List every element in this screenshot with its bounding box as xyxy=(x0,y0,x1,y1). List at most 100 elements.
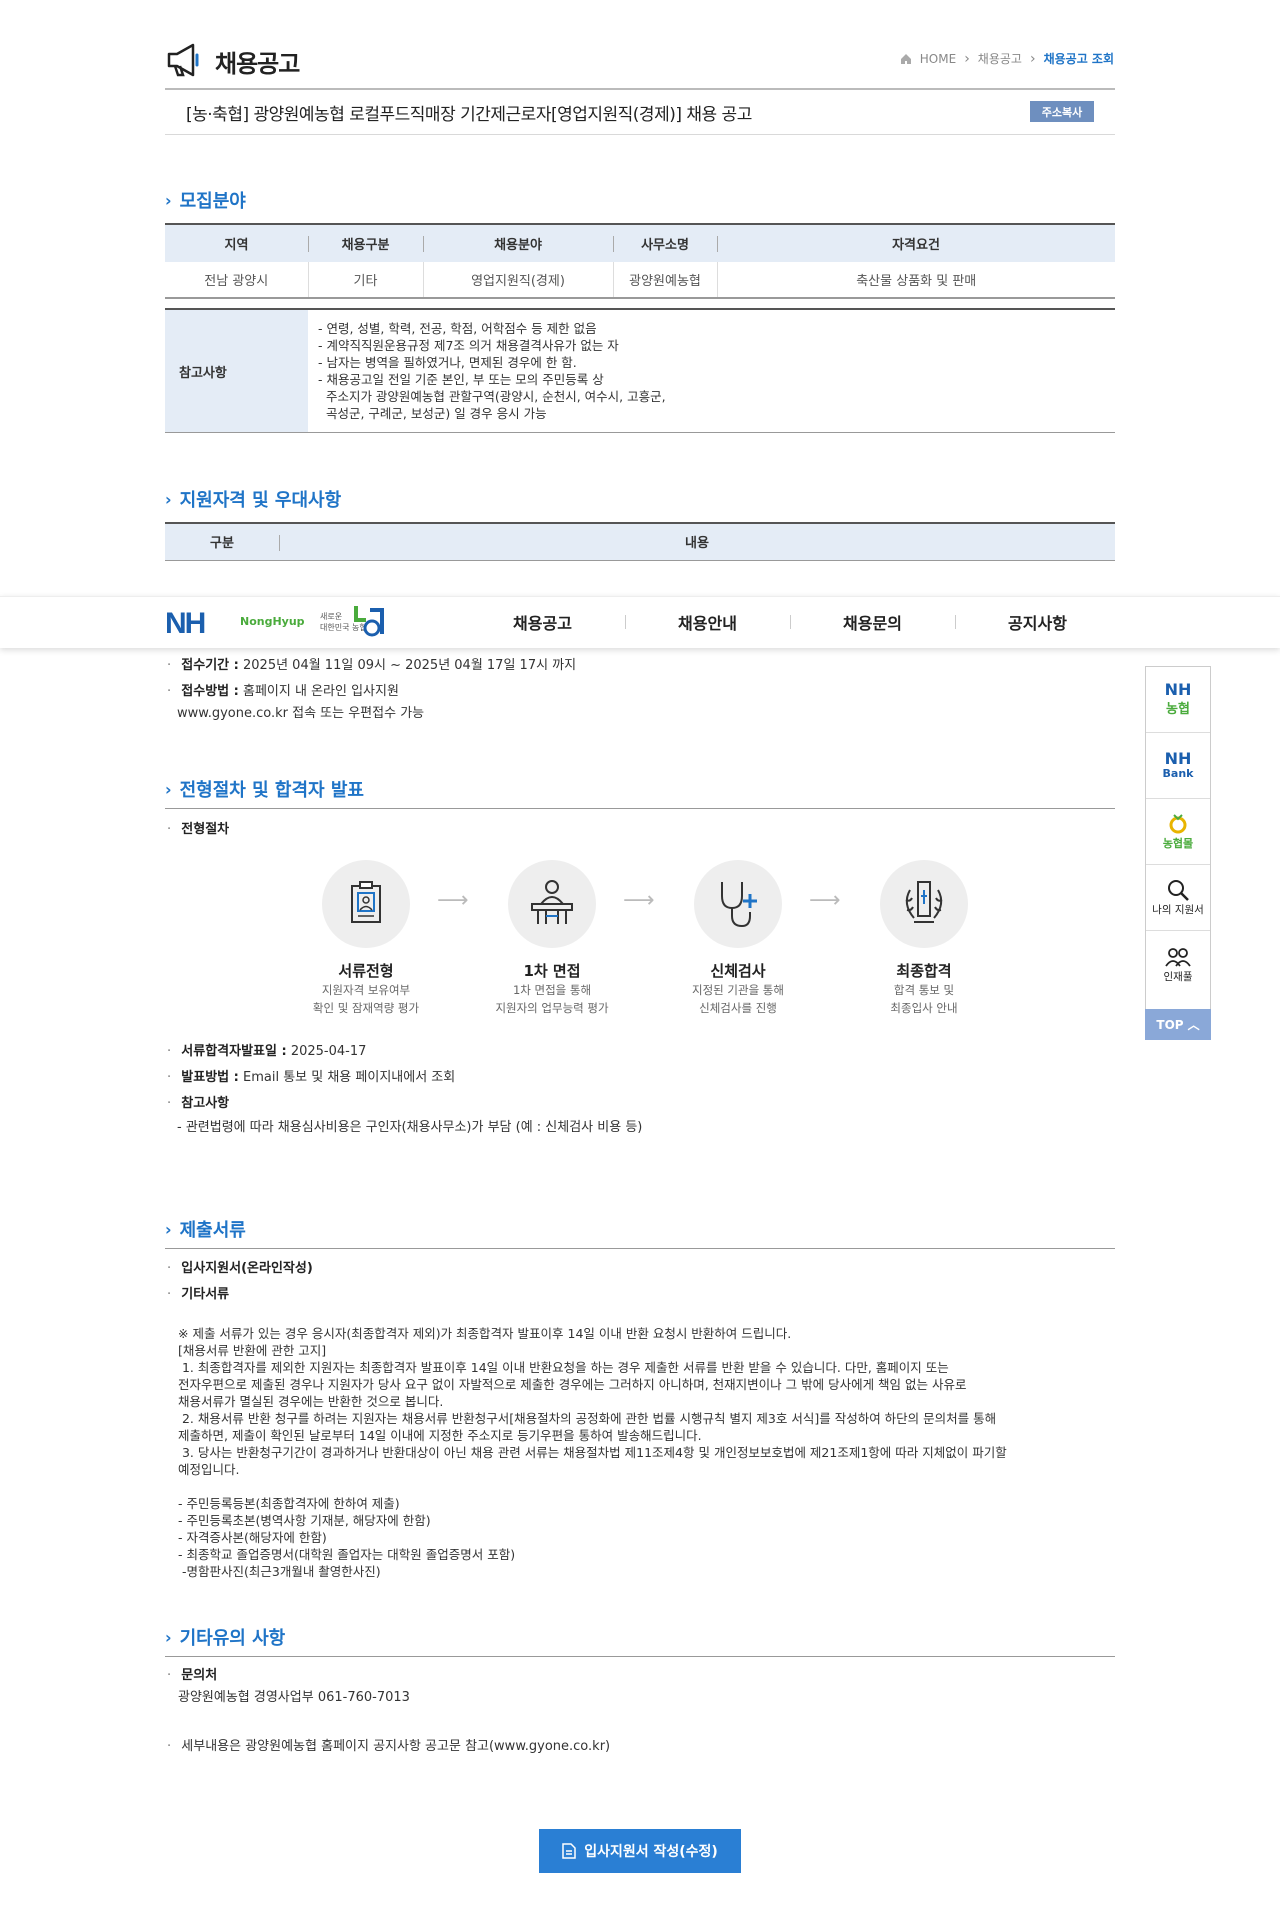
method-label: 접수방법 : xyxy=(181,684,239,699)
qualification-table: 구분 내용 xyxy=(165,522,1115,561)
step-desc: 지정된 기관을 통해 신체검사를 진행 xyxy=(653,981,823,1017)
doc-line: 제출하면, 제출이 확인된 날로부터 14일 이내에 지정한 주소지로 등기우편… xyxy=(178,1428,702,1443)
section-process-heading: › 전형절차 및 합격자 발표 xyxy=(165,776,364,802)
col-header: 사무소명 xyxy=(613,223,717,262)
step-title: 1차 면접 xyxy=(523,962,581,980)
page-title: 채용공고 xyxy=(215,50,300,78)
note-line: 주소지가 광양원예농협 관할구역(광양시, 순천시, 여수시, 고흥군, xyxy=(318,389,666,404)
col-header: 자격요건 xyxy=(717,223,1115,262)
nonghyup-symbol-icon xyxy=(354,606,384,637)
step-title: 최종합격 xyxy=(896,962,952,980)
step-desc-line: 확인 및 잠재역량 평가 xyxy=(312,1001,420,1015)
title-divider xyxy=(165,134,1115,135)
step-desc-line: 지정된 기관을 통해 xyxy=(692,983,784,997)
doc-line: - 주민등록등본(최종합격자에 한하여 제출) xyxy=(178,1496,400,1511)
announce-label: 서류합격자발표일 : xyxy=(181,1044,287,1059)
doc-line: [채용서류 반환에 관한 고지] xyxy=(178,1343,327,1358)
chevron-up-icon: ︿ xyxy=(1187,1018,1200,1032)
detail-text: 세부내용은 광양원예농협 홈페이지 공지사항 공고문 참고(www.gyone.… xyxy=(181,1739,611,1754)
step-title: 서류전형 xyxy=(338,962,394,980)
home-icon[interactable] xyxy=(900,53,912,65)
section-divider xyxy=(165,1248,1115,1249)
document-edit-icon xyxy=(562,1843,576,1859)
section-title: 기타유의 사항 xyxy=(179,1628,286,1649)
ref-label: 참고사항 xyxy=(181,1096,230,1111)
chevron-right-icon: › xyxy=(1029,50,1036,67)
chevron-right-icon: › xyxy=(165,1219,172,1239)
quick-nh-mall[interactable]: 농협몰 xyxy=(1146,799,1210,865)
doc-line: - 자격증사본(해당자에 한함) xyxy=(178,1530,327,1545)
quick-talent-pool[interactable]: 인재풀 xyxy=(1146,931,1210,997)
recruit-table: 지역 채용구분 채용분야 사무소명 자격요건 전남 광양시 기타 영업지원직(경… xyxy=(165,223,1115,299)
cell-region: 전남 광양시 xyxy=(165,262,308,299)
nav-item-guide[interactable]: 채용안내 xyxy=(625,596,790,648)
chevron-right-icon: › xyxy=(964,50,970,67)
breadcrumb-section[interactable]: 채용공고 xyxy=(978,50,1022,67)
quick-my-application[interactable]: 나의 지원서 xyxy=(1146,865,1210,931)
note-line: - 연령, 성별, 학력, 전공, 학점, 어학점수 등 제한 없음 xyxy=(318,321,597,336)
megaphone-icon xyxy=(167,43,199,77)
doc-line xyxy=(178,1478,1118,1495)
copy-address-button[interactable]: 주소복사 xyxy=(1030,101,1094,122)
col-header: 구분 xyxy=(165,522,279,561)
section-recruit-heading: › 모집분야 xyxy=(165,187,246,213)
announce-date: 서류합격자발표일 : 2025-04-17 xyxy=(167,1042,366,1062)
doc-line: 채용서류가 멸실된 경우에는 반환한 것으로 봅니다. xyxy=(178,1394,444,1409)
scroll-top-button[interactable]: TOP ︿ xyxy=(1145,1009,1211,1040)
announce-value: 2025-04-17 xyxy=(290,1044,367,1059)
contact-label-text: 문의처 xyxy=(181,1668,218,1683)
section-qualification-heading: › 지원자격 및 우대사항 xyxy=(165,486,341,512)
step-desc: 합격 통보 및 최종입사 안내 xyxy=(839,981,1009,1017)
nav-item-notice[interactable]: 공지사항 xyxy=(955,596,1120,648)
nav-item-postings[interactable]: 채용공고 xyxy=(460,596,625,648)
note-line: - 채용공고일 전일 기준 본인, 부 또는 모의 주민등록 상 xyxy=(318,372,604,387)
doc-line: ※ 제출 서류가 있는 경우 응시자(최종합격자 제외)가 최종합격자 발표이후… xyxy=(178,1326,792,1341)
arrow-right-icon: ⟶ xyxy=(437,888,469,913)
notes-content: - 연령, 성별, 학력, 전공, 학점, 어학점수 등 제한 없음 - 계약직… xyxy=(308,308,1115,433)
application-method: 접수방법 : 홈페이지 내 온라인 입사지원 xyxy=(167,682,399,702)
top-label: TOP xyxy=(1156,1017,1184,1032)
step-desc-line: 최종입사 안내 xyxy=(890,1001,958,1015)
apply-form-button[interactable]: 입사지원서 작성(수정) xyxy=(539,1829,741,1873)
section-etc-heading: › 기타유의 사항 xyxy=(165,1624,285,1650)
stethoscope-icon xyxy=(721,882,757,928)
note-line: 곡성군, 구례군, 보성군) 일 경우 응시 가능 xyxy=(318,406,547,421)
process-label: 전형절차 xyxy=(181,822,230,837)
cell-type: 기타 xyxy=(307,262,423,299)
process-sub-label: 전형절차 xyxy=(167,820,229,840)
step-desc-line: 합격 통보 및 xyxy=(893,983,955,997)
nh-logo[interactable]: NH xyxy=(165,607,206,641)
chevron-right-icon: › xyxy=(165,190,172,210)
note-line: - 계약직직원운용규정 제7조 의거 채용결격사유가 없는 자 xyxy=(318,338,619,353)
my-application-text: 나의 지원서 xyxy=(1152,904,1204,916)
col-header: 채용분야 xyxy=(423,223,613,262)
breadcrumb-home[interactable]: HOME xyxy=(920,52,956,66)
people-icon xyxy=(1165,947,1191,967)
step-desc-line: 지원자의 업무능력 평가 xyxy=(495,1001,609,1015)
breadcrumb-current: 채용공고 조회 xyxy=(1043,52,1114,66)
step-desc-line: 신체검사를 진행 xyxy=(699,1001,777,1015)
documents-other: 기타서류 xyxy=(167,1285,229,1305)
col-header: 채용구분 xyxy=(308,223,423,262)
nonghyup-text: 농협 xyxy=(1166,702,1190,717)
quick-nh-bank[interactable]: NH Bank xyxy=(1146,733,1210,799)
table-row: 전남 광양시 기타 영업지원직(경제) 광양원예농협 축산물 상품화 및 판매 xyxy=(165,262,1115,299)
section-title: 전형절차 및 합격자 발표 xyxy=(179,780,364,801)
nav-item-inquiry[interactable]: 채용문의 xyxy=(790,596,955,648)
detail-note: 세부내용은 광양원예농협 홈페이지 공지사항 공고문 참고(www.gyone.… xyxy=(167,1737,610,1757)
documents-body: ※ 제출 서류가 있는 경우 응시자(최종합격자 제외)가 최종합격자 발표이후… xyxy=(178,1308,1118,1597)
step-desc-line: 1차 면접을 통해 xyxy=(512,983,592,997)
quick-nh-nonghyup[interactable]: NH 농협 xyxy=(1146,667,1210,733)
bank-text: Bank xyxy=(1162,767,1194,780)
doc-line: - 주민등록초본(병역사항 기재분, 해당자에 한함) xyxy=(178,1513,431,1528)
announce-method-label: 발표방법 : xyxy=(181,1070,239,1085)
breadcrumb: HOME › 채용공고 › 채용공고 조회 xyxy=(900,50,1114,67)
doc-line: -명함판사진(최근3개월내 촬영한사진) xyxy=(178,1564,381,1579)
announce-method: 발표방법 : Email 통보 및 채용 페이지내에서 조회 xyxy=(167,1068,455,1088)
laurel-icon xyxy=(905,881,943,923)
online-label: 입사지원서(온라인작성) xyxy=(181,1261,313,1276)
main-nav: 채용공고 채용안내 채용문의 공지사항 xyxy=(460,596,1120,648)
cell-office: 광양원예농협 xyxy=(612,262,717,299)
chevron-right-icon: › xyxy=(165,489,172,509)
document-icon xyxy=(351,881,381,923)
